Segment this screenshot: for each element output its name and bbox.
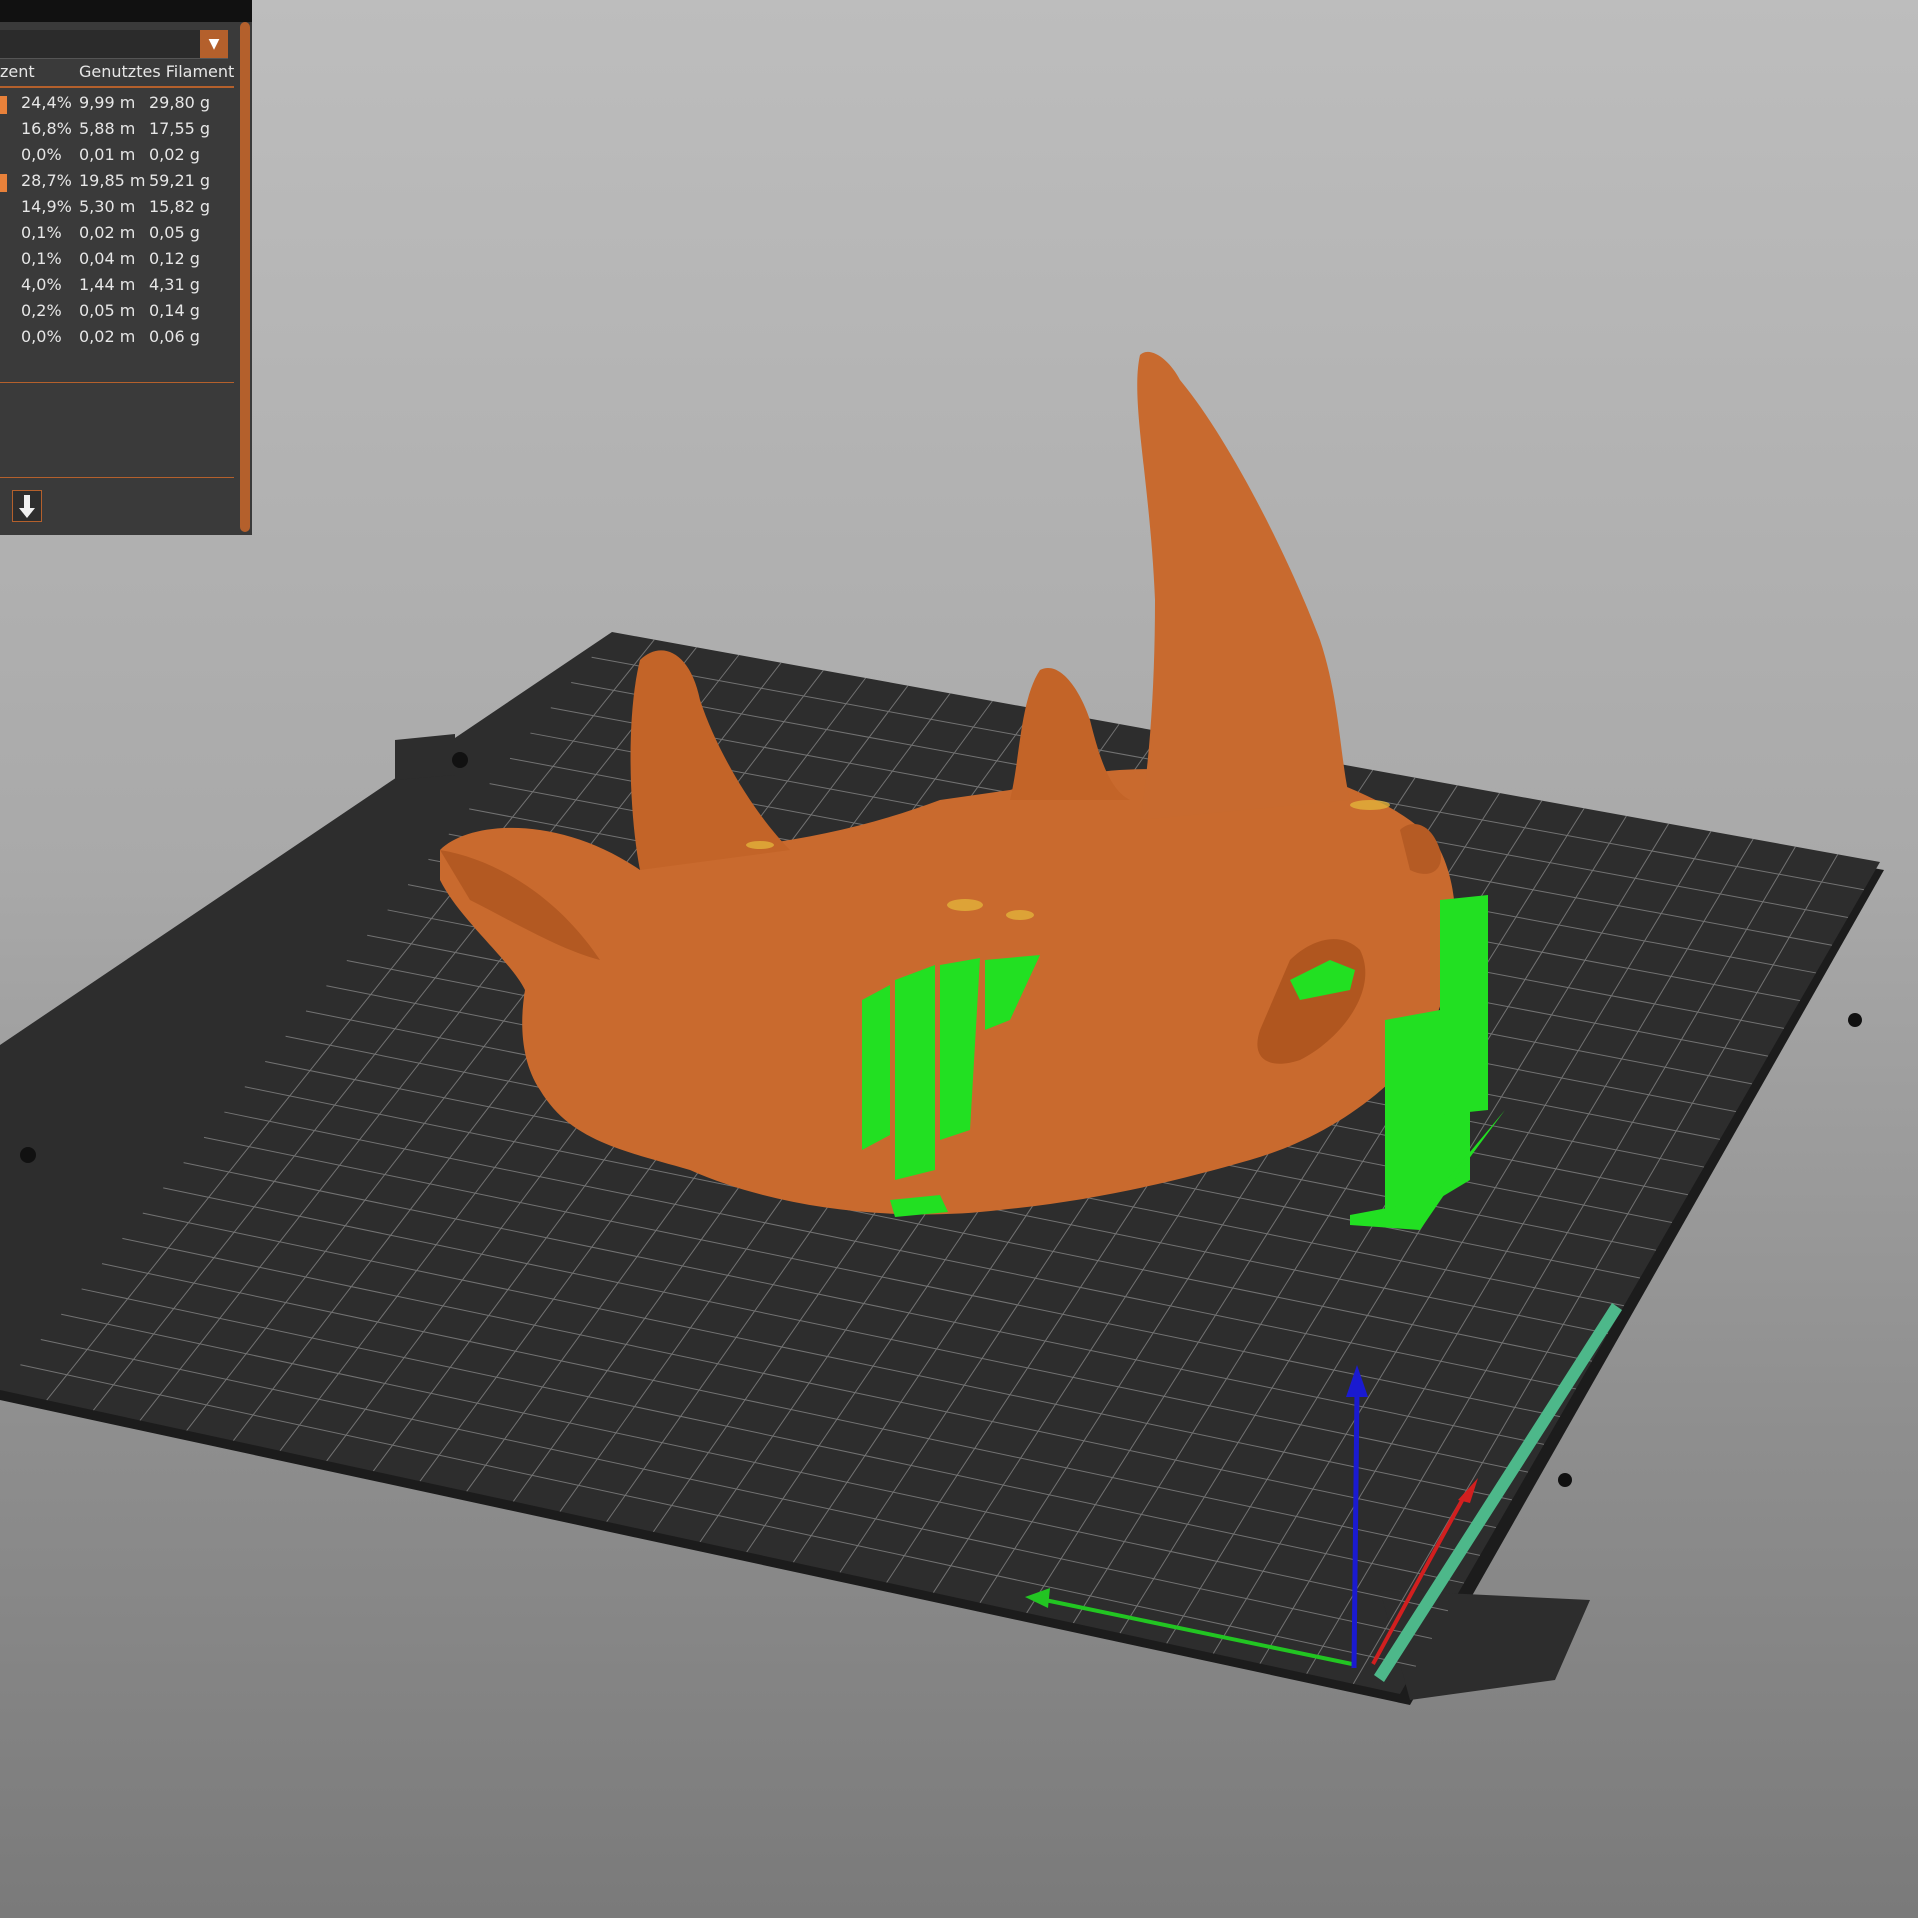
length-value: 0,02 m — [79, 223, 136, 242]
column-header-percent: zent — [0, 62, 35, 81]
length-value: 0,04 m — [79, 249, 136, 268]
weight-value: 15,82 g — [149, 197, 211, 216]
length-value: 5,30 m — [79, 197, 136, 216]
weight-value: 0,05 g — [149, 223, 200, 242]
legend-row: 16,8% 5,88 m 17,55 g — [0, 119, 234, 145]
legend-row: 14,9% 5,30 m 15,82 g — [0, 197, 234, 223]
legend-row: 0,0% 0,01 m 0,02 g — [0, 145, 234, 171]
legend-row: 0,0% 0,02 m 0,06 g — [0, 327, 234, 353]
weight-value: 17,55 g — [149, 119, 211, 138]
legend-row: 0,1% 0,02 m 0,05 g — [0, 223, 234, 249]
color-swatch — [0, 96, 7, 114]
legend-row: 4,0% 1,44 m 4,31 g — [0, 275, 234, 301]
weight-value: 4,31 g — [149, 275, 200, 294]
column-header-filament: Genutztes Filament — [79, 62, 235, 81]
length-value: 19,85 m — [79, 171, 146, 190]
length-value: 0,05 m — [79, 301, 136, 320]
view-type-combo[interactable] — [0, 30, 228, 59]
legend-row: 0,2% 0,05 m 0,14 g — [0, 301, 234, 327]
weight-value: 0,06 g — [149, 327, 200, 346]
percent-value: 0,0% — [21, 145, 62, 164]
length-value: 0,01 m — [79, 145, 136, 164]
length-value: 9,99 m — [79, 93, 136, 112]
panel-scrollbar[interactable] — [240, 22, 250, 532]
color-swatch — [0, 174, 7, 192]
percent-value: 0,1% — [21, 223, 62, 242]
percent-value: 0,0% — [21, 327, 62, 346]
percent-value: 4,0% — [21, 275, 62, 294]
download-arrow-icon — [19, 495, 35, 518]
percent-value: 16,8% — [21, 119, 72, 138]
legend-row: 28,7% 19,85 m 59,21 g — [0, 171, 234, 197]
weight-value: 0,02 g — [149, 145, 200, 164]
percent-value: 24,4% — [21, 93, 72, 112]
percent-value: 0,1% — [21, 249, 62, 268]
legend-row: 24,4% 9,99 m 29,80 g — [0, 93, 234, 119]
panel-title-bar — [0, 0, 252, 22]
percent-value: 0,2% — [21, 301, 62, 320]
header-divider — [0, 86, 234, 88]
dropdown-arrow-icon[interactable]: ▼ — [200, 30, 228, 58]
legend-panel: ▼ zent Genutztes Filament 24,4% 9,99 m 2… — [0, 0, 252, 535]
weight-value: 59,21 g — [149, 171, 211, 190]
weight-value: 0,12 g — [149, 249, 200, 268]
length-value: 5,88 m — [79, 119, 136, 138]
section-divider — [0, 382, 234, 383]
percent-value: 14,9% — [21, 197, 72, 216]
weight-value: 29,80 g — [149, 93, 211, 112]
length-value: 0,02 m — [79, 327, 136, 346]
weight-value: 0,14 g — [149, 301, 200, 320]
export-toolpaths-button[interactable] — [12, 490, 42, 522]
section-divider — [0, 477, 234, 478]
3d-viewport[interactable] — [0, 0, 1918, 1918]
percent-value: 28,7% — [21, 171, 72, 190]
length-value: 1,44 m — [79, 275, 136, 294]
legend-row: 0,1% 0,04 m 0,12 g — [0, 249, 234, 275]
